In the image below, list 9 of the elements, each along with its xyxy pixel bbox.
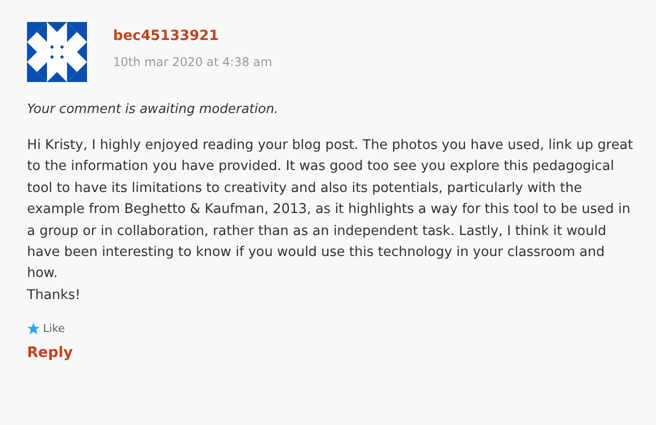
comment-text: Thanks! bbox=[27, 286, 82, 305]
avatar-icon bbox=[27, 22, 87, 82]
author-name[interactable]: bec45133921 bbox=[113, 28, 272, 44]
like-button[interactable]: Like bbox=[27, 322, 65, 336]
comment-date[interactable]: 10th mar 2020 at 4:38 am bbox=[113, 55, 272, 69]
comment-text: Hi Kristy, I highly enjoyed reading your blog post. The photos you have used, link up great to the information you have provided. It was good too see you explore this pedagogical tool to have its limitations to creativity and also its potentials, particularly with the example from Beghetto & Kaufman, 2013, as it highlights a way for this tool to be used in a group or in collaboration, rather than as an independent task. Lastly, I think it would have been interesting to know if you would use this technology in your classroom and how. bbox=[27, 137, 634, 284]
star-icon bbox=[27, 322, 40, 336]
reply-link[interactable]: Reply bbox=[27, 345, 73, 362]
moderation-notice: Your comment is awaiting moderation. bbox=[27, 102, 280, 117]
